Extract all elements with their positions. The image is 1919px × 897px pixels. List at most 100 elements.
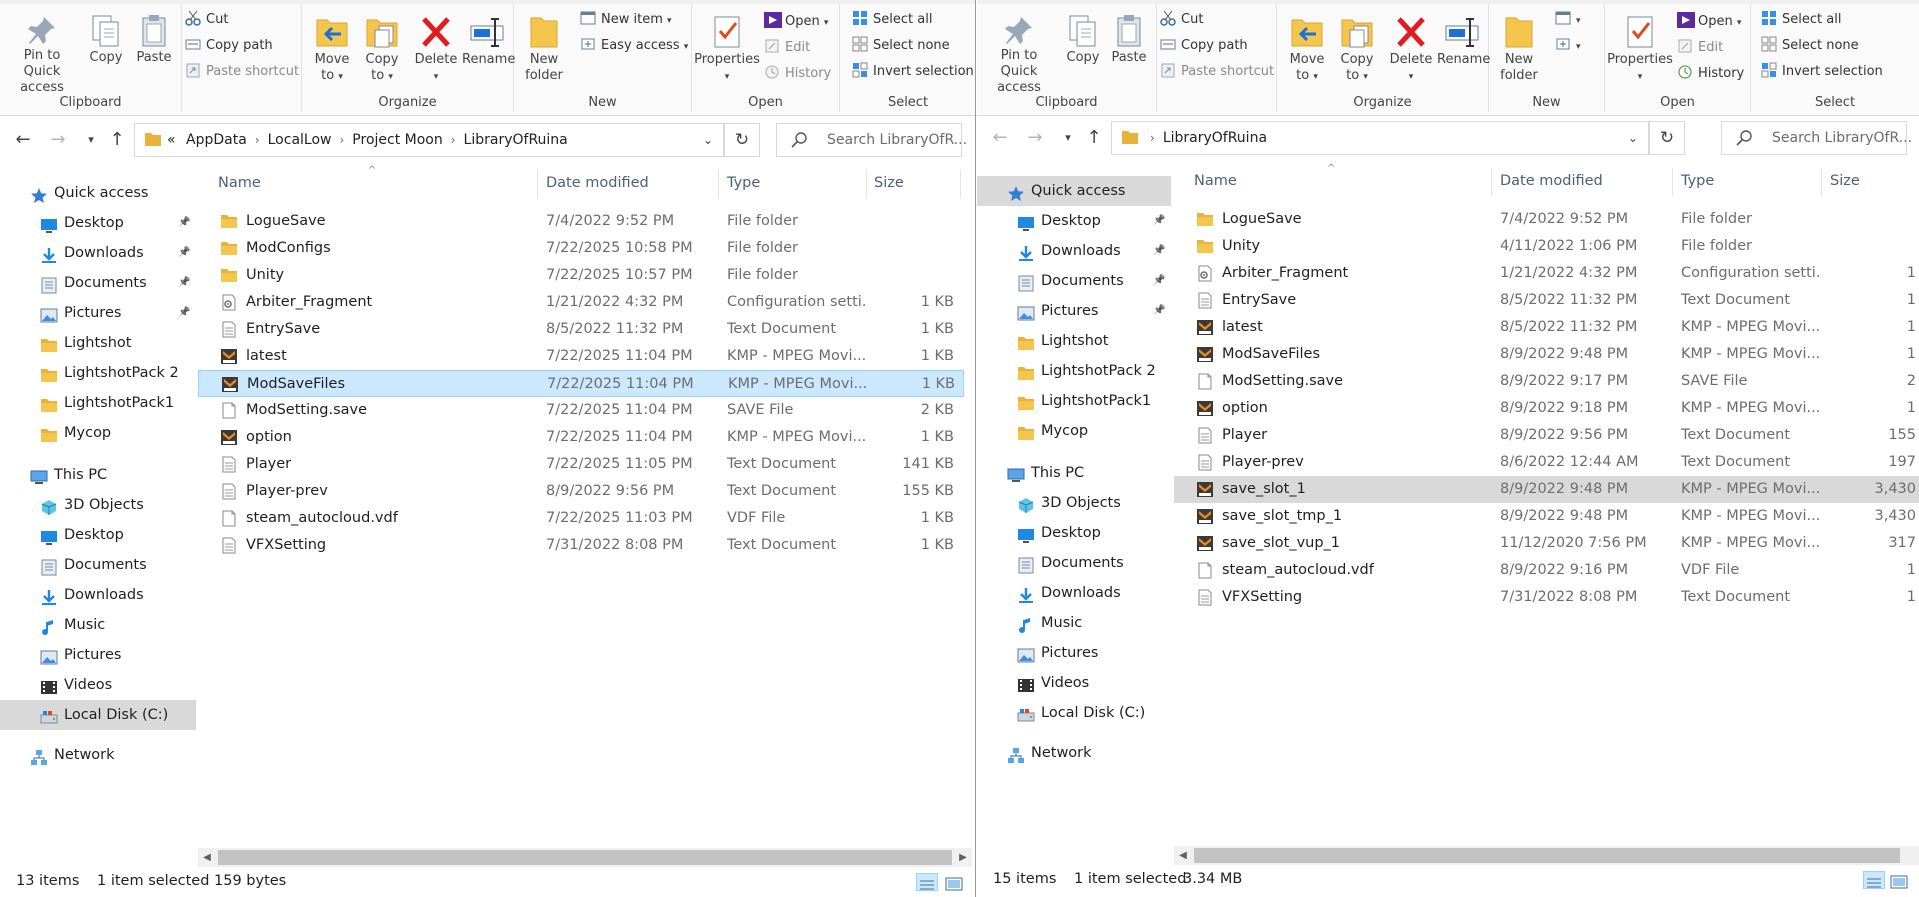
copy-path-button[interactable]: Copy path bbox=[1160, 35, 1248, 57]
file-row-player-prev[interactable]: Player-prev 8/9/2022 9:56 PM Text Document… bbox=[198, 478, 964, 505]
paste-shortcut-button[interactable]: Paste shortcut bbox=[185, 61, 299, 83]
nav-item-desktop[interactable]: Desktop bbox=[0, 520, 196, 550]
select-none-button[interactable]: Select none bbox=[1761, 35, 1859, 57]
nav-item-desktop[interactable]: Desktop bbox=[977, 518, 1171, 548]
file-row-latest[interactable]: latest 7/22/2025 11:04 PM KMP - MPEG Movi.… bbox=[198, 343, 964, 370]
rename-button[interactable]: Rename bbox=[462, 14, 515, 68]
file-row-modsavefiles[interactable]: ModSaveFiles 7/22/2025 11:04 PM KMP - MPEG… bbox=[198, 370, 964, 397]
column-header-type[interactable]: Type bbox=[727, 164, 760, 202]
pin-icon[interactable]: 📌 bbox=[1153, 266, 1165, 296]
refresh-button[interactable]: ↻ bbox=[1649, 121, 1685, 155]
file-row-entrysave[interactable]: EntrySave 8/5/2022 11:32 PM Text Document 1 bbox=[1174, 287, 1919, 314]
nav-item-quick-access[interactable]: Quick access bbox=[0, 178, 196, 208]
search-input[interactable]: Search LibraryOfR... bbox=[776, 123, 967, 157]
nav-item-downloads[interactable]: Downloads bbox=[977, 578, 1171, 608]
nav-item-local-disk-c[interactable]: Local Disk (C:) bbox=[0, 700, 196, 730]
nav-item-lightshot[interactable]: Lightshot bbox=[977, 326, 1171, 356]
column-header-size[interactable]: Size bbox=[1830, 162, 1860, 200]
nav-item-lightshotpack1[interactable]: LightshotPack1 bbox=[977, 386, 1171, 416]
nav-item-mycop[interactable]: Mycop bbox=[977, 416, 1171, 446]
open-button[interactable]: Open ▾ bbox=[764, 11, 828, 33]
invert-selection-button[interactable]: Invert selection bbox=[852, 61, 974, 83]
nav-item-pictures[interactable]: Pictures bbox=[0, 640, 196, 670]
search-input[interactable]: Search LibraryOfR... bbox=[1721, 121, 1912, 155]
copy-path-button[interactable]: Copy path bbox=[185, 35, 273, 57]
history-button[interactable]: History bbox=[1677, 63, 1744, 85]
address-bar[interactable]: « AppData › LocalLow › Project Moon › LibraryO… bbox=[134, 123, 724, 157]
nav-item-music[interactable]: Music bbox=[977, 608, 1171, 638]
properties-button[interactable]: Properties ▾ bbox=[1607, 14, 1673, 85]
nav-item-desktop[interactable]: Desktop 📌 bbox=[0, 208, 196, 238]
forward-button[interactable]: → bbox=[47, 129, 69, 151]
column-header-name[interactable]: Name bbox=[1194, 162, 1237, 200]
refresh-button[interactable]: ↻ bbox=[724, 123, 760, 157]
file-row-save-slot-tmp-1[interactable]: save_slot_tmp_1 8/9/2022 9:48 PM KMP - MPE… bbox=[1174, 503, 1919, 530]
pin-icon[interactable]: 📌 bbox=[178, 268, 190, 298]
file-row-modsetting-save[interactable]: ModSetting.save 7/22/2025 11:04 PM SAVE Fi… bbox=[198, 397, 964, 424]
copy-to-button[interactable]: Copy to ▾ bbox=[360, 14, 404, 85]
column-header-date[interactable]: Date modified bbox=[546, 164, 649, 202]
file-row-vfxsetting[interactable]: VFXSetting 7/31/2022 8:08 PM Text Document… bbox=[1174, 584, 1919, 611]
forward-button[interactable]: → bbox=[1024, 127, 1046, 149]
file-row-steam-autocloud-vdf[interactable]: steam_autocloud.vdf 8/9/2022 9:16 PM VDF F… bbox=[1174, 557, 1919, 584]
nav-item-lightshotpack-2[interactable]: LightshotPack 2 bbox=[977, 356, 1171, 386]
paste-shortcut-button[interactable]: Paste shortcut bbox=[1160, 61, 1274, 83]
file-row-steam-autocloud-vdf[interactable]: steam_autocloud.vdf 7/22/2025 11:03 PM VDF… bbox=[198, 505, 964, 532]
nav-item-desktop[interactable]: Desktop 📌 bbox=[977, 206, 1171, 236]
file-row-unity[interactable]: Unity 4/11/2022 1:06 PM File folder bbox=[1174, 233, 1919, 260]
new-folder-button[interactable]: New folder bbox=[522, 14, 566, 84]
address-dropdown-icon[interactable]: ⌄ bbox=[1618, 122, 1648, 154]
nav-item-documents[interactable]: Documents 📌 bbox=[0, 268, 196, 298]
nav-item-videos[interactable]: Videos bbox=[977, 668, 1171, 698]
nav-item-local-disk-c[interactable]: Local Disk (C:) bbox=[977, 698, 1171, 728]
nav-item-downloads[interactable]: Downloads 📌 bbox=[0, 238, 196, 268]
nav-item-music[interactable]: Music bbox=[0, 610, 196, 640]
nav-item-lightshotpack1[interactable]: LightshotPack1 bbox=[0, 388, 196, 418]
breadcrumb-project-moon[interactable]: Project Moon bbox=[352, 132, 442, 148]
file-row-modsavefiles[interactable]: ModSaveFiles 8/9/2022 9:48 PM KMP - MPEG M… bbox=[1174, 341, 1919, 368]
column-header-name[interactable]: Name bbox=[218, 164, 261, 202]
address-dropdown-icon[interactable]: ⌄ bbox=[693, 124, 723, 156]
nav-item-documents[interactable]: Documents bbox=[977, 548, 1171, 578]
column-header-size[interactable]: Size bbox=[874, 164, 904, 202]
scrollbar-thumb[interactable] bbox=[1194, 848, 1900, 863]
delete-button[interactable]: Delete ▾ bbox=[1387, 14, 1435, 85]
file-row-loguesave[interactable]: LogueSave 7/4/2022 9:52 PM File folder bbox=[1174, 206, 1919, 233]
paste-button[interactable]: Paste bbox=[132, 14, 176, 66]
nav-item-this-pc[interactable]: This PC bbox=[977, 458, 1171, 488]
select-none-button[interactable]: Select none bbox=[852, 35, 950, 57]
address-bar[interactable]: › LibraryOfRuina ⌄ bbox=[1111, 121, 1649, 155]
back-button[interactable]: ← bbox=[989, 127, 1011, 149]
nav-item-3d-objects[interactable]: 3D Objects bbox=[977, 488, 1171, 518]
invert-selection-button[interactable]: Invert selection bbox=[1761, 61, 1883, 83]
nav-item-pictures[interactable]: Pictures bbox=[977, 638, 1171, 668]
nav-item-lightshot[interactable]: Lightshot bbox=[0, 328, 196, 358]
up-button[interactable]: ↑ bbox=[106, 129, 128, 151]
pin-icon[interactable]: 📌 bbox=[1153, 206, 1165, 236]
cut-button[interactable]: Cut bbox=[1160, 9, 1203, 31]
select-all-button[interactable]: Select all bbox=[852, 9, 932, 31]
nav-item-this-pc[interactable]: This PC bbox=[0, 460, 196, 490]
history-button[interactable]: History bbox=[764, 63, 831, 85]
nav-item-lightshotpack-2[interactable]: LightshotPack 2 bbox=[0, 358, 196, 388]
breadcrumb-locallow[interactable]: LocalLow bbox=[268, 132, 332, 148]
scroll-right-icon[interactable]: ▶ bbox=[954, 848, 972, 867]
edit-button[interactable]: Edit bbox=[764, 37, 810, 59]
select-all-button[interactable]: Select all bbox=[1761, 9, 1841, 31]
paste-button[interactable]: Paste bbox=[1107, 14, 1151, 66]
recent-locations-button[interactable]: ▾ bbox=[80, 129, 102, 151]
column-header-type[interactable]: Type bbox=[1681, 162, 1714, 200]
file-row-vfxsetting[interactable]: VFXSetting 7/31/2022 8:08 PM Text Document… bbox=[198, 532, 964, 559]
file-row-option[interactable]: option 8/9/2022 9:18 PM KMP - MPEG Movi...… bbox=[1174, 395, 1919, 422]
nav-item-downloads[interactable]: Downloads 📌 bbox=[977, 236, 1171, 266]
file-row-arbiter-fragment[interactable]: Arbiter_Fragment 1/21/2022 4:32 PM Configu… bbox=[198, 289, 964, 316]
large-icons-view-button[interactable] bbox=[1889, 871, 1911, 889]
delete-button[interactable]: Delete ▾ bbox=[412, 14, 460, 85]
file-row-modconfigs[interactable]: ModConfigs 7/22/2025 10:58 PM File folder bbox=[198, 235, 964, 262]
file-row-entrysave[interactable]: EntrySave 8/5/2022 11:32 PM Text Document 1… bbox=[198, 316, 964, 343]
copy-button[interactable]: Copy bbox=[84, 14, 128, 66]
breadcrumb-libraryofruina[interactable]: LibraryOfRuina bbox=[1163, 130, 1267, 146]
move-to-button[interactable]: Move to ▾ bbox=[310, 14, 354, 85]
new-item-button[interactable]: ▾ bbox=[1555, 9, 1581, 31]
scroll-left-icon[interactable]: ◀ bbox=[198, 848, 216, 867]
